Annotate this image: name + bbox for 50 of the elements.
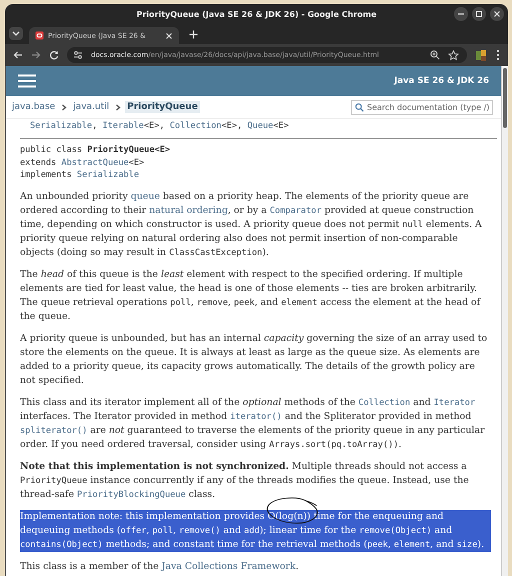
minimize-button[interactable] xyxy=(454,7,468,21)
forward-icon[interactable] xyxy=(31,50,41,60)
class-signature-line: public class PriorityQueue<E> xyxy=(20,144,172,156)
extension-icon[interactable] xyxy=(475,48,488,62)
description-paragraph: An unbounded priority queue based on a priority heap. The elements of the priority queue are ordered according to their natural ordering, or by a Comparator provided at queue construction time, depending on which constructor is used. A priority queue does not permit null elements. A priority queue relying on natural ordering also does not permit insertion of non-comparable objects (doing so may result in ClassCastException). xyxy=(20,190,483,260)
description-paragraph: This class is a member of the Java Collections Framework. xyxy=(20,560,300,574)
type-link[interactable]: Serializable xyxy=(76,170,140,180)
interface-link[interactable]: Collection xyxy=(170,121,222,131)
menu-icon[interactable] xyxy=(18,74,36,88)
type-link[interactable]: AbstractQueue xyxy=(61,158,129,168)
code-link[interactable]: Iterator xyxy=(434,398,476,408)
search-field[interactable]: Search documentation (type /) xyxy=(351,100,493,114)
description-paragraph: This class and its iterator implement all of the optional methods of the Collection and Iterator interfaces. The Iterator provided in method iterator() and the Spliterator provided in method spliterator() are not guaranteed to traverse the elements of the priority queue in any particular order. If you need ordered traversal, consider using Arrays.sort(pq.toArray()). xyxy=(20,396,486,452)
chevron-icon xyxy=(61,104,68,110)
interfaces-line: Serializable, Iterable<E>, Collection<E>, Queue<E> xyxy=(29,120,290,133)
code-link[interactable]: Comparator xyxy=(270,206,322,216)
doc-link[interactable]: natural ordering xyxy=(149,204,228,216)
code-link[interactable]: iterator() xyxy=(230,412,282,422)
breadcrumb-link[interactable]: java.base xyxy=(10,101,58,113)
close-icon[interactable] xyxy=(165,32,173,40)
close-button[interactable] xyxy=(490,7,504,21)
description-paragraph: A priority queue is unbounded, but has an internal capacity governing the size of an array used to store the elements on the queue. It is always at least as large as the queue size. As elements are added to a priority queue, its capacity grows automatically. The details of the growth policy are not specified. xyxy=(20,332,488,388)
interface-link[interactable]: Serializable xyxy=(30,121,92,131)
breadcrumb-link[interactable]: PriorityQueue xyxy=(125,101,200,113)
tab-list-button[interactable] xyxy=(9,27,23,40)
description-paragraph: The head of this queue is the least element with respect to the specified ordering. If multiple elements are tied for least value, the head is one of those elements -- ties are broken arbitrarily. The queue retrieval operations poll, remove, peek, and element access the element at the head of the queue. xyxy=(20,268,482,324)
maximize-button[interactable] xyxy=(472,7,486,21)
doc-link[interactable]: queue xyxy=(130,190,160,202)
code-link[interactable]: Collection xyxy=(358,398,410,408)
version-label: Java SE 26 & JDK 26 xyxy=(394,76,489,86)
code-link[interactable]: spliterator() xyxy=(20,426,88,436)
favicon-icon xyxy=(35,31,44,40)
zoom-icon[interactable] xyxy=(430,50,440,60)
interface-link[interactable]: Iterable xyxy=(102,121,144,131)
new-tab-icon[interactable] xyxy=(189,30,198,39)
class-signature-line: extends AbstractQueue<E> xyxy=(20,156,146,169)
description-paragraph: Note that this implementation is not synchronized. Multiple threads should not access a PriorityQueue instance concurrently if any of the threads modifies the queue. Instead, use the thread-safe PriorityBlockingQueue class. xyxy=(20,460,470,502)
code-link[interactable]: PriorityBlockingQueue xyxy=(77,490,186,500)
chevron-icon xyxy=(115,104,122,110)
class-signature-line: implements Serializable xyxy=(20,169,140,182)
interface-link[interactable]: Queue xyxy=(247,121,274,131)
menu-icon[interactable] xyxy=(496,49,500,61)
back-icon[interactable] xyxy=(13,50,23,60)
doc-link[interactable]: Java Collections Framework xyxy=(162,560,296,572)
window-title: PriorityQueue (Java SE 26 & JDK 26) - Google Chrome xyxy=(136,10,376,18)
search-icon xyxy=(355,102,364,112)
breadcrumb-link[interactable]: java.util xyxy=(71,101,112,113)
reload-icon[interactable] xyxy=(49,50,59,60)
site-settings-icon[interactable] xyxy=(73,50,83,60)
star-icon[interactable] xyxy=(448,50,459,60)
